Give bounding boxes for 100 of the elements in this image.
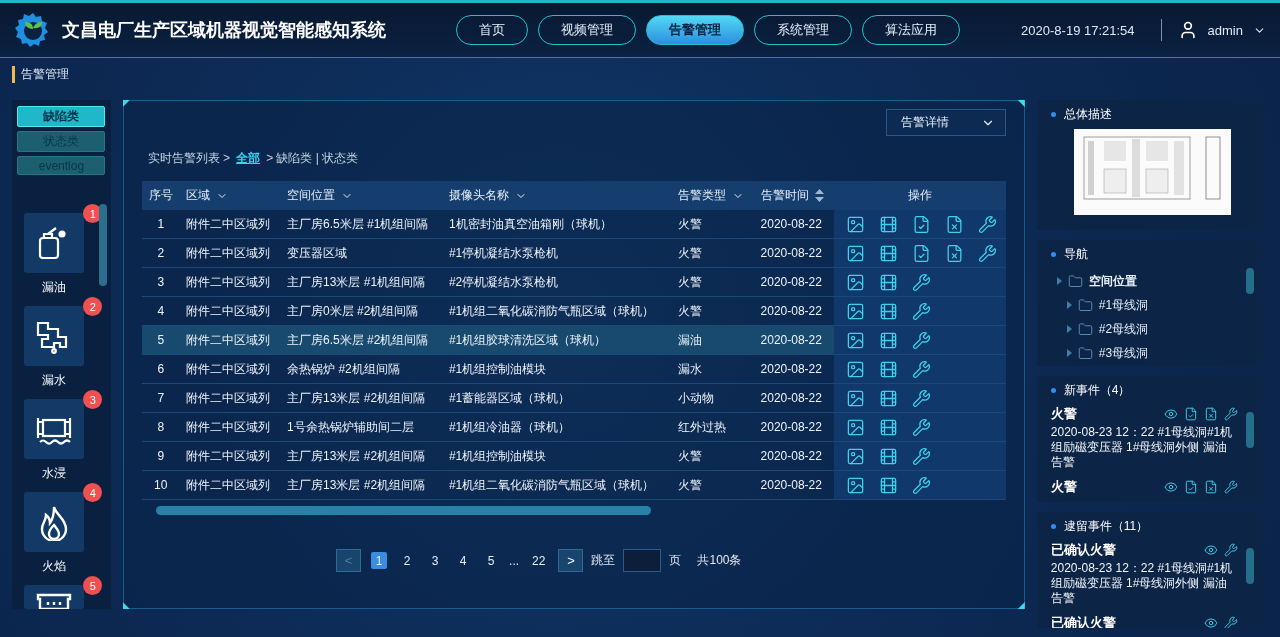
table-row[interactable]: 1 附件二中区域列 主厂房6.5米层 #1机组间隔 1机密封油真空油箱刚（球机） 火警 2020-08-22 — [141, 210, 1006, 239]
page-number[interactable]: 4 — [455, 552, 472, 569]
table-row[interactable]: 5 附件二中区域列 主厂房6.5米层 #2机组间隔 #1机组胶球清洗区域（球机） 漏油 2020-08-22 — [141, 325, 1006, 355]
table-row[interactable]: 7 附件二中区域列 主厂房13米层 #2机组间隔 #1蓄能器区域（球机） 小动物 2020-08-22 — [141, 383, 1006, 413]
category-tab[interactable]: 缺陷类 — [17, 106, 106, 127]
wrench-icon[interactable] — [1224, 480, 1238, 494]
image-icon[interactable] — [845, 475, 865, 495]
scrollbar[interactable] — [98, 204, 107, 286]
wrench-icon[interactable] — [911, 417, 931, 437]
table-cell: 主厂房13米层 #2机组间隔 — [281, 441, 443, 471]
page-number[interactable]: 2 — [399, 552, 416, 569]
detail-select[interactable]: 告警详情 — [885, 109, 1006, 136]
film-icon[interactable] — [878, 359, 898, 379]
expand-arrow-icon[interactable] — [1066, 325, 1072, 333]
breadcrumb-link[interactable]: 全部 — [236, 150, 261, 167]
table-cell: 火警 — [672, 441, 755, 471]
document-check-icon[interactable] — [1184, 407, 1198, 421]
table-row[interactable]: 2 附件二中区域列 变压器区域 #1停机凝结水泵枪机 火警 2020-08-22 — [141, 238, 1006, 268]
user-name[interactable]: admin — [1207, 22, 1243, 38]
column-header[interactable]: 告警类型 — [672, 181, 755, 210]
film-icon[interactable] — [878, 388, 898, 408]
count-badge: 4 — [83, 483, 103, 502]
scrollbar[interactable] — [1246, 548, 1254, 584]
film-icon[interactable] — [878, 417, 898, 437]
wrench-icon[interactable] — [977, 214, 997, 234]
column-header[interactable]: 摄像头名称 — [442, 181, 673, 210]
table-row[interactable]: 8 附件二中区域列 1号余热锅炉辅助间二层 #1机组冷油器（球机） 红外过热 2020-08-22 — [141, 412, 1006, 442]
category-tile[interactable] — [24, 213, 85, 273]
scrollbar[interactable] — [1246, 268, 1254, 294]
tree-item[interactable]: #1母线洞 — [1050, 293, 1232, 317]
wrench-icon[interactable] — [911, 446, 931, 466]
wrench-icon[interactable] — [1224, 543, 1238, 557]
expand-arrow-icon[interactable] — [1056, 277, 1062, 285]
page-number[interactable]: 22 — [529, 552, 549, 569]
eye-icon[interactable] — [1204, 543, 1218, 557]
column-header[interactable]: 区域 — [179, 181, 282, 210]
film-icon[interactable] — [878, 330, 898, 350]
image-icon[interactable] — [845, 388, 865, 408]
category-label: 漏水 — [42, 372, 67, 389]
scrollbar[interactable] — [1246, 412, 1254, 448]
wrench-icon[interactable] — [911, 388, 931, 408]
scrollbar[interactable] — [155, 506, 651, 515]
eye-icon[interactable] — [1164, 480, 1178, 494]
table-cell: 附件二中区域列 — [179, 354, 282, 384]
film-icon[interactable] — [878, 272, 898, 292]
film-icon[interactable] — [878, 475, 898, 495]
expand-arrow-icon[interactable] — [1066, 301, 1072, 309]
film-icon[interactable] — [878, 446, 898, 466]
wrench-icon[interactable] — [911, 475, 931, 495]
category-tile[interactable] — [24, 585, 85, 609]
table-cell: 6 — [141, 354, 180, 384]
page-number[interactable]: 5 — [483, 552, 500, 569]
tree-item[interactable]: #2母线洞 — [1050, 317, 1232, 341]
eye-icon[interactable] — [1204, 616, 1218, 628]
wrench-icon[interactable] — [911, 330, 931, 350]
film-icon[interactable] — [878, 243, 898, 263]
table-row[interactable]: 4 附件二中区域列 主厂房0米层 #2机组间隔 #1机组二氧化碳消防气瓶区域（球机） 火警 2020-08-22 — [141, 296, 1006, 326]
image-icon[interactable] — [845, 359, 865, 379]
wrench-icon[interactable] — [911, 359, 931, 379]
next-page-button[interactable]: > — [558, 549, 584, 572]
wrench-icon[interactable] — [1224, 616, 1238, 628]
expand-arrow-icon[interactable] — [1066, 349, 1072, 357]
table-cell: 1号余热锅炉辅助间二层 — [281, 412, 443, 442]
eye-icon[interactable] — [1164, 407, 1178, 421]
table-cell: #2停机凝结水泵枪机 — [442, 267, 673, 297]
tree-item[interactable]: #3母线洞 — [1050, 341, 1232, 365]
document-x-icon[interactable] — [1204, 480, 1218, 494]
table-row[interactable]: 9 附件二中区域列 主厂房13米层 #2机组间隔 #1机组控制油模块 火警 2020-08-22 — [141, 441, 1006, 471]
image-icon[interactable] — [845, 272, 865, 292]
wrench-icon[interactable] — [911, 272, 931, 292]
category-tile[interactable] — [24, 492, 85, 552]
corner-mark — [1017, 602, 1025, 609]
image-icon[interactable] — [845, 446, 865, 466]
film-icon[interactable] — [878, 301, 898, 321]
column-header[interactable]: 告警时间 — [754, 181, 834, 210]
category-tile[interactable] — [24, 306, 85, 366]
tree-item[interactable]: 空间位置 — [1050, 269, 1232, 293]
wrench-icon[interactable] — [911, 301, 931, 321]
wrench-icon[interactable] — [977, 243, 997, 263]
nav-tab[interactable]: 告警管理 — [646, 15, 744, 45]
category-tile[interactable] — [24, 399, 85, 459]
page-number[interactable]: 3 — [427, 552, 444, 569]
film-icon[interactable] — [878, 214, 898, 234]
document-x-icon[interactable] — [1204, 407, 1218, 421]
folder-icon — [1067, 273, 1083, 289]
table-row[interactable]: 3 附件二中区域列 主厂房13米层 #1机组间隔 #2停机凝结水泵枪机 火警 2020-08-22 — [141, 267, 1006, 297]
image-icon[interactable] — [845, 301, 865, 321]
image-icon[interactable] — [845, 243, 865, 263]
wrench-icon[interactable] — [1224, 407, 1238, 421]
table-row[interactable]: 6 附件二中区域列 余热锅炉 #2机组间隔 #1机组控制油模块 漏水 2020-08-22 — [141, 354, 1006, 384]
table-cell: 火警 — [672, 238, 755, 268]
document-check-icon[interactable] — [1184, 480, 1198, 494]
image-icon[interactable] — [845, 330, 865, 350]
image-icon[interactable] — [845, 417, 865, 437]
column-header[interactable]: 空间位置 — [281, 181, 443, 210]
table-row[interactable]: 10 附件二中区域列 主厂房13米层 #2机组间隔 #1机组二氧化碳消防气瓶区域（球机） 火警 2020-08-22 — [141, 470, 1006, 500]
page-input[interactable] — [623, 549, 662, 572]
image-icon[interactable] — [845, 214, 865, 234]
sort-icon[interactable] — [814, 189, 824, 202]
category-label: 漏油 — [42, 279, 67, 296]
